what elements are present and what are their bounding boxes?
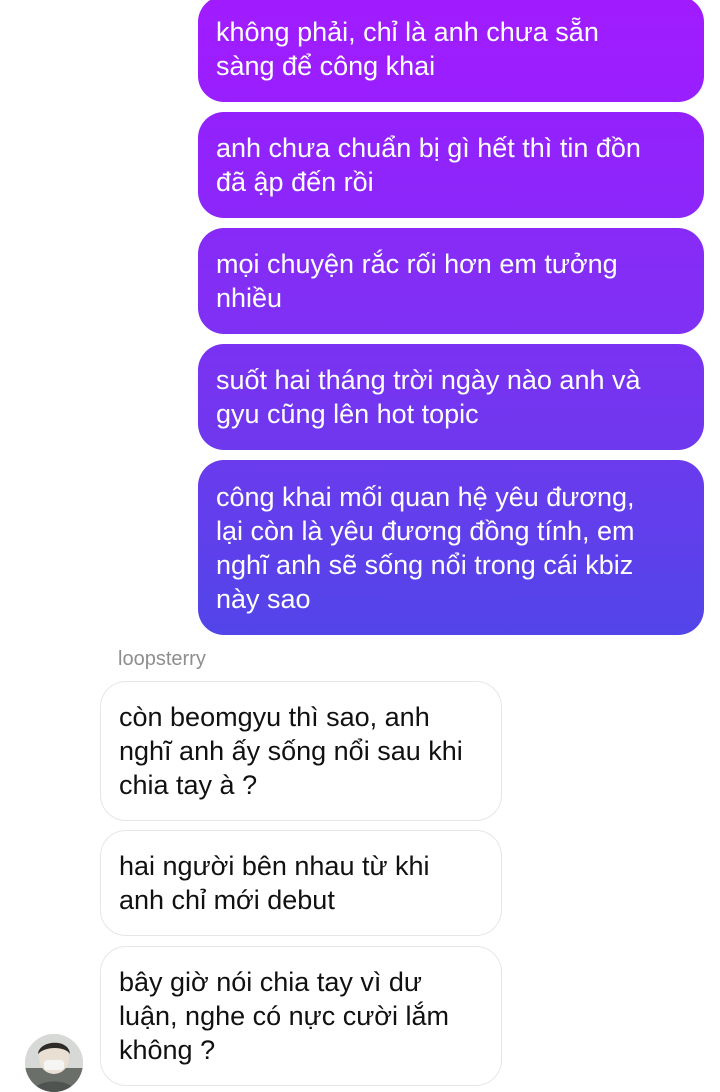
sender-name: loopsterry [118,648,206,670]
message-text: còn beomgyu thì sao, anh nghĩ anh ấy sốn… [119,702,463,800]
message-text: bây giờ nói chia tay vì dư luận, nghe có… [119,967,450,1065]
outgoing-message-bubble[interactable]: không phải, chỉ là anh chưa sẵn sàng để … [198,0,704,102]
message-thread: không phải, chỉ là anh chưa sẵn sàng để … [0,0,720,1092]
incoming-message-bubble[interactable]: bây giờ nói chia tay vì dư luận, nghe có… [100,946,502,1086]
message-text: suốt hai tháng trời ngày nào anh và gyu … [216,365,641,429]
outgoing-message-bubble[interactable]: suốt hai tháng trời ngày nào anh và gyu … [198,344,704,450]
outgoing-message-bubble[interactable]: mọi chuyện rắc rối hơn em tưởng nhiều [198,228,704,334]
profile-photo-avatar-icon [25,1034,83,1092]
incoming-message-bubble[interactable]: còn beomgyu thì sao, anh nghĩ anh ấy sốn… [100,681,502,821]
message-text: anh chưa chuẩn bị gì hết thì tin đồn đã … [216,133,641,197]
message-text: hai người bên nhau từ khi anh chỉ mới de… [119,851,430,915]
message-text: không phải, chỉ là anh chưa sẵn sàng để … [216,17,599,81]
message-text: mọi chuyện rắc rối hơn em tưởng nhiều [216,249,618,313]
outgoing-message-bubble[interactable]: công khai mối quan hệ yêu đương, lại còn… [198,460,704,635]
message-text: công khai mối quan hệ yêu đương, lại còn… [216,481,635,614]
outgoing-message-bubble[interactable]: anh chưa chuẩn bị gì hết thì tin đồn đã … [198,112,704,218]
incoming-message-bubble[interactable]: hai người bên nhau từ khi anh chỉ mới de… [100,830,502,936]
avatar[interactable] [25,1034,83,1092]
